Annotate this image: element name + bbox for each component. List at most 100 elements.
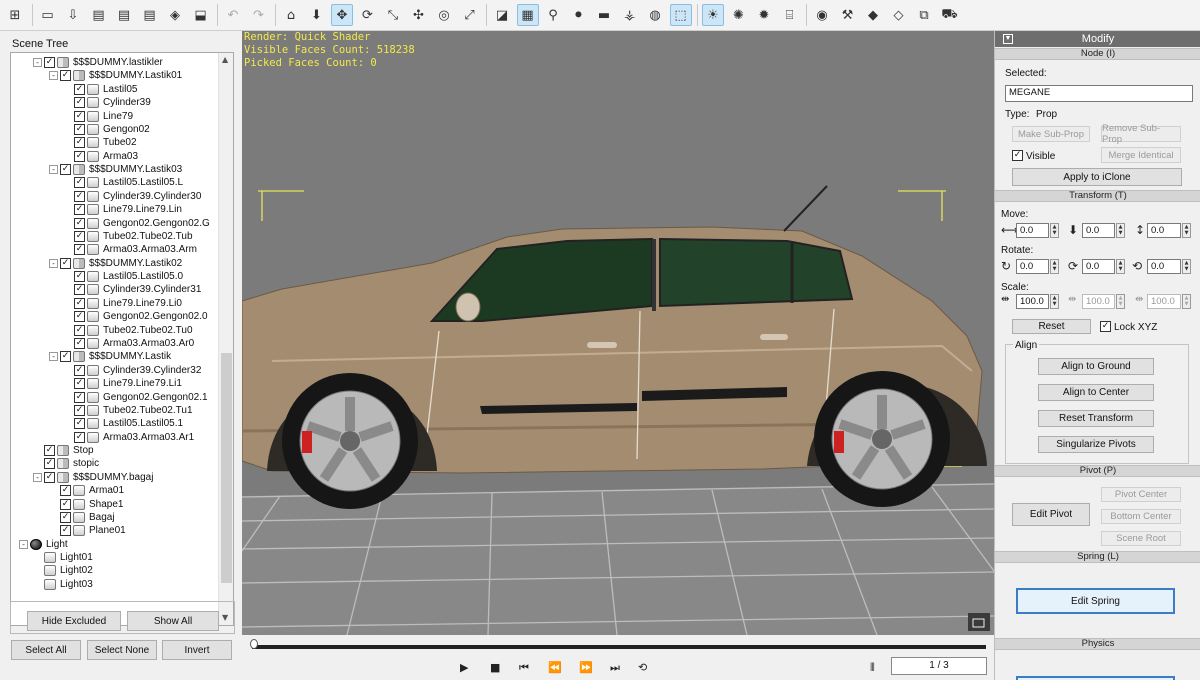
visibility-checkbox[interactable]: ✓ [60, 164, 71, 176]
paint-icon[interactable]: ◆ [862, 4, 884, 26]
tree-row[interactable]: ✓ Lastil05.Lastil05.1 [63, 417, 183, 430]
visibility-checkbox[interactable]: ✓ [44, 57, 55, 68]
open-folder-icon[interactable]: ▭ [37, 4, 59, 26]
visibility-checkbox[interactable]: ✓ [60, 525, 71, 537]
tree-row[interactable]: ✓ Stop [33, 444, 94, 457]
move-y-field[interactable]: 0.0 [1082, 223, 1115, 238]
reset-button[interactable]: Reset [1012, 319, 1091, 334]
visibility-checkbox[interactable]: ✓ [60, 70, 71, 82]
tree-row[interactable]: ✓ Lastil05.Lastil05.0 [63, 270, 183, 283]
scroll-up-arrow-icon[interactable]: ▲ [222, 55, 228, 64]
tree-row[interactable]: ✓ Tube02 [63, 136, 137, 149]
scale-x-field[interactable]: 100.0 [1016, 294, 1049, 309]
collapse-toggle-icon[interactable]: - [33, 472, 42, 482]
visibility-checkbox[interactable]: ✓ [60, 485, 71, 497]
tree-row[interactable]: Light02 [33, 564, 93, 577]
visible-checkbox[interactable]: ✓ [1012, 150, 1023, 161]
tree-row[interactable]: ✓ Line79.Line79.Li0 [63, 297, 182, 310]
tree-row[interactable]: ✓ Tube02.Tube02.Tu0 [63, 324, 193, 337]
move-x-spinner[interactable]: ▲ ▼ [1050, 223, 1059, 238]
scrollbar-thumb[interactable] [221, 353, 232, 583]
collapse-toggle-icon[interactable]: - [49, 165, 58, 175]
scale-icon[interactable]: ⤡ [382, 4, 404, 26]
tree-row[interactable]: ✓ Plane01 [49, 524, 126, 537]
collapse-toggle-icon[interactable]: - [19, 539, 28, 549]
visibility-checkbox[interactable]: ✓ [74, 364, 85, 376]
tree-row[interactable]: - Light [19, 538, 68, 551]
visibility-checkbox[interactable]: ✓ [74, 284, 85, 296]
frame-counter[interactable]: 1 / 3 [891, 657, 987, 675]
collapse-toggle-icon[interactable]: - [49, 352, 58, 362]
visibility-checkbox[interactable]: ✓ [74, 324, 85, 336]
light-icon[interactable]: ☀ [702, 4, 724, 26]
tree-row[interactable]: ✓ Arma03.Arma03.Ar1 [63, 431, 194, 444]
hide-excluded-button[interactable]: Hide Excluded [27, 611, 121, 631]
tree-row[interactable]: ✓ Tube02.Tube02.Tub [63, 230, 193, 243]
tree-row[interactable]: ✓ Cylinder39.Cylinder30 [63, 190, 201, 203]
visibility-checkbox[interactable]: ✓ [74, 271, 85, 283]
fast-forward-icon[interactable]: ⏩ [579, 661, 593, 674]
timeline-track[interactable] [252, 645, 986, 649]
rotate-x-field[interactable]: 0.0 [1016, 259, 1049, 274]
tree-row[interactable]: ✓ Shape1 [49, 498, 123, 511]
tree-row[interactable]: ✓ Arma01 [49, 484, 124, 497]
tree-row[interactable]: ✓ Cylinder39 [63, 96, 151, 109]
export-obj-icon[interactable]: ▤ [139, 4, 161, 26]
select-none-button[interactable]: Select None [87, 640, 157, 660]
visibility-checkbox[interactable]: ✓ [60, 498, 71, 510]
remove-sub-prop-button[interactable]: Remove Sub-Prop [1101, 123, 1181, 145]
visibility-checkbox[interactable]: ✓ [60, 351, 71, 363]
edit-spring-button[interactable]: Edit Spring [1016, 588, 1175, 614]
tree-row[interactable]: ✓ Gengon02.Gengon02.0 [63, 310, 208, 323]
visibility-checkbox[interactable]: ✓ [74, 190, 85, 202]
align-to-center-button[interactable]: Align to Center [1038, 384, 1154, 401]
tree-row[interactable]: - ✓ $$$DUMMY.bagaj [33, 471, 153, 484]
tree-row[interactable]: - ✓ $$$DUMMY.Lastik [49, 350, 171, 363]
tree-row[interactable]: - ✓ $$$DUMMY.Lastik01 [49, 69, 182, 82]
visibility-checkbox[interactable]: ✓ [74, 311, 85, 323]
move-down-icon[interactable]: ⬇ [306, 4, 328, 26]
museum-icon[interactable]: ⌸ [779, 4, 801, 26]
redo-icon[interactable]: ↷ [248, 4, 270, 26]
select-icon[interactable]: ⬚ [669, 4, 692, 26]
tree-row[interactable]: ✓ Lastil05.Lastil05.L [63, 176, 183, 189]
make-sub-prop-button[interactable]: Make Sub-Prop [1012, 126, 1090, 142]
import-icon[interactable]: ⇩ [62, 4, 84, 26]
scale-z-field[interactable]: 100.0 [1147, 294, 1181, 309]
selected-field[interactable]: MEGANE [1005, 85, 1193, 102]
copy-icon[interactable]: ⧉ [913, 4, 935, 26]
fit-icon[interactable]: ⤢ [459, 4, 481, 26]
paint-bucket-icon[interactable]: ◇ [888, 4, 910, 26]
tree-row[interactable]: ✓ Line79.Line79.Lin [63, 203, 182, 216]
frames-icon[interactable]: ⦀ [870, 661, 875, 675]
visibility-checkbox[interactable]: ✓ [74, 337, 85, 349]
rotate-icon[interactable]: ⟳ [357, 4, 379, 26]
scene-tree-scrollbar[interactable]: ▲ ▼ [218, 53, 233, 625]
tree-row[interactable]: - ✓ $$$DUMMY.Lastik02 [49, 257, 182, 270]
visibility-checkbox[interactable]: ✓ [74, 217, 85, 229]
lock-xyz-checkbox[interactable]: ✓ [1100, 321, 1111, 332]
grid-icon[interactable]: ▦ [516, 4, 539, 26]
tree-row[interactable]: ✓ Gengon02.Gengon02.1 [63, 391, 208, 404]
tree-row[interactable]: ✓ Cylinder39.Cylinder31 [63, 283, 201, 296]
visibility-checkbox[interactable]: ✓ [74, 177, 85, 189]
move-icon[interactable]: ✥ [331, 4, 353, 26]
undo-icon[interactable]: ↶ [222, 4, 244, 26]
rotate-y-field[interactable]: 0.0 [1082, 259, 1115, 274]
tree-row[interactable]: Light03 [33, 578, 93, 591]
home-icon[interactable]: ⌂ [280, 4, 302, 26]
wireframe-icon[interactable]: ◪ [491, 4, 513, 26]
tree-row[interactable]: ✓ Gengon02.Gengon02.G [63, 217, 210, 230]
apply-to-iclone-button[interactable]: Apply to iClone [1012, 168, 1182, 186]
scale-x-spinner[interactable]: ▲ ▼ [1050, 294, 1059, 309]
node-section-header[interactable]: Node (I) [995, 48, 1200, 60]
edit-pivot-button[interactable]: Edit Pivot [1012, 503, 1090, 526]
visibility-checkbox[interactable]: ✓ [74, 391, 85, 403]
tree-row[interactable]: ✓ Tube02.Tube02.Tu1 [63, 404, 193, 417]
invert-button[interactable]: Invert [162, 640, 232, 660]
rotate-z-spinner[interactable]: ▲ ▼ [1182, 259, 1191, 274]
tree-row[interactable]: - ✓ $$$DUMMY.Lastik03 [49, 163, 182, 176]
visibility-checkbox[interactable]: ✓ [44, 458, 55, 470]
sun-icon[interactable]: ✹ [753, 4, 775, 26]
tree-row[interactable]: ✓ Arma03 [63, 150, 138, 163]
